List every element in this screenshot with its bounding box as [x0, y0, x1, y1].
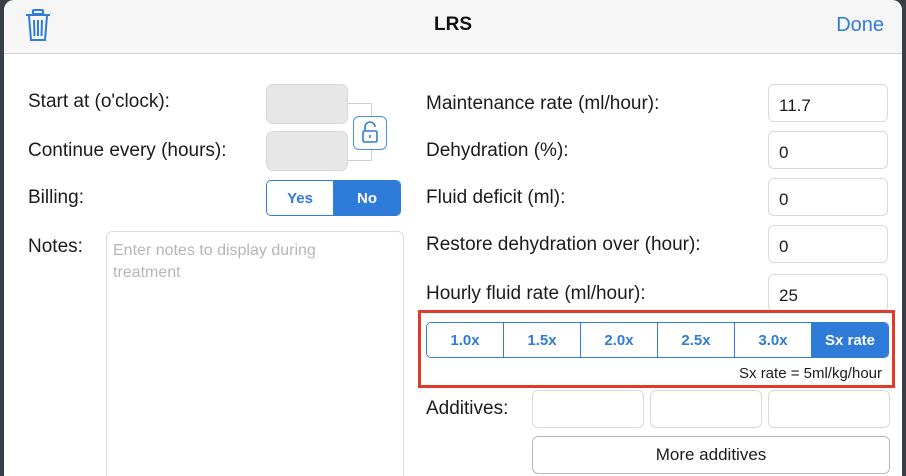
start-at-label: Start at (o'clock): [28, 91, 170, 112]
continue-every-field[interactable] [266, 131, 348, 171]
dehydration-field[interactable]: 0 [768, 131, 888, 169]
lrs-modal: LRS Done Start at (o'clock): Continue ev… [4, 0, 902, 476]
unlock-icon[interactable] [353, 116, 387, 150]
rate-option-2-5x[interactable]: 2.5x [657, 323, 734, 357]
fluid-deficit-field[interactable]: 0 [768, 178, 888, 216]
additive-field-2[interactable] [650, 390, 762, 428]
restore-dehydration-field[interactable]: 0 [768, 225, 888, 263]
more-additives-button[interactable]: More additives [532, 436, 890, 474]
billing-yes-button[interactable]: Yes [267, 181, 333, 215]
rate-option-3-0x[interactable]: 3.0x [734, 323, 811, 357]
additives-label: Additives: [426, 398, 509, 419]
notes-placeholder: Enter notes to display during treatment [113, 242, 316, 281]
billing-label: Billing: [28, 187, 84, 208]
restore-dehydration-label: Restore dehydration over (hour): [426, 234, 701, 255]
continue-every-label: Continue every (hours): [28, 140, 227, 161]
done-button[interactable]: Done [836, 14, 884, 37]
sx-rate-note: Sx rate = 5ml/kg/hour [739, 365, 882, 382]
page-title: LRS [434, 14, 472, 35]
rate-option-1-5x[interactable]: 1.5x [503, 323, 580, 357]
billing-toggle: Yes No [266, 180, 401, 216]
notes-label: Notes: [28, 236, 83, 257]
start-at-field[interactable] [266, 84, 348, 124]
rate-multiplier-toggle: 1.0x 1.5x 2.0x 2.5x 3.0x Sx rate [426, 322, 889, 358]
rate-option-sx-rate[interactable]: Sx rate [811, 323, 888, 357]
hourly-fluid-rate-label: Hourly fluid rate (ml/hour): [426, 283, 646, 304]
billing-no-button[interactable]: No [333, 181, 400, 215]
fluid-deficit-label: Fluid deficit (ml): [426, 187, 566, 208]
additive-field-3[interactable] [768, 390, 890, 428]
title-bar: LRS Done [4, 0, 902, 54]
rate-option-2-0x[interactable]: 2.0x [580, 323, 657, 357]
rate-option-1-0x[interactable]: 1.0x [427, 323, 503, 357]
hourly-fluid-rate-field[interactable]: 25 [768, 274, 888, 312]
notes-textarea[interactable]: Enter notes to display during treatment [106, 231, 404, 476]
additive-field-1[interactable] [532, 390, 644, 428]
dehydration-label: Dehydration (%): [426, 140, 569, 161]
maintenance-rate-label: Maintenance rate (ml/hour): [426, 93, 660, 114]
maintenance-rate-field[interactable]: 11.7 [768, 84, 888, 122]
